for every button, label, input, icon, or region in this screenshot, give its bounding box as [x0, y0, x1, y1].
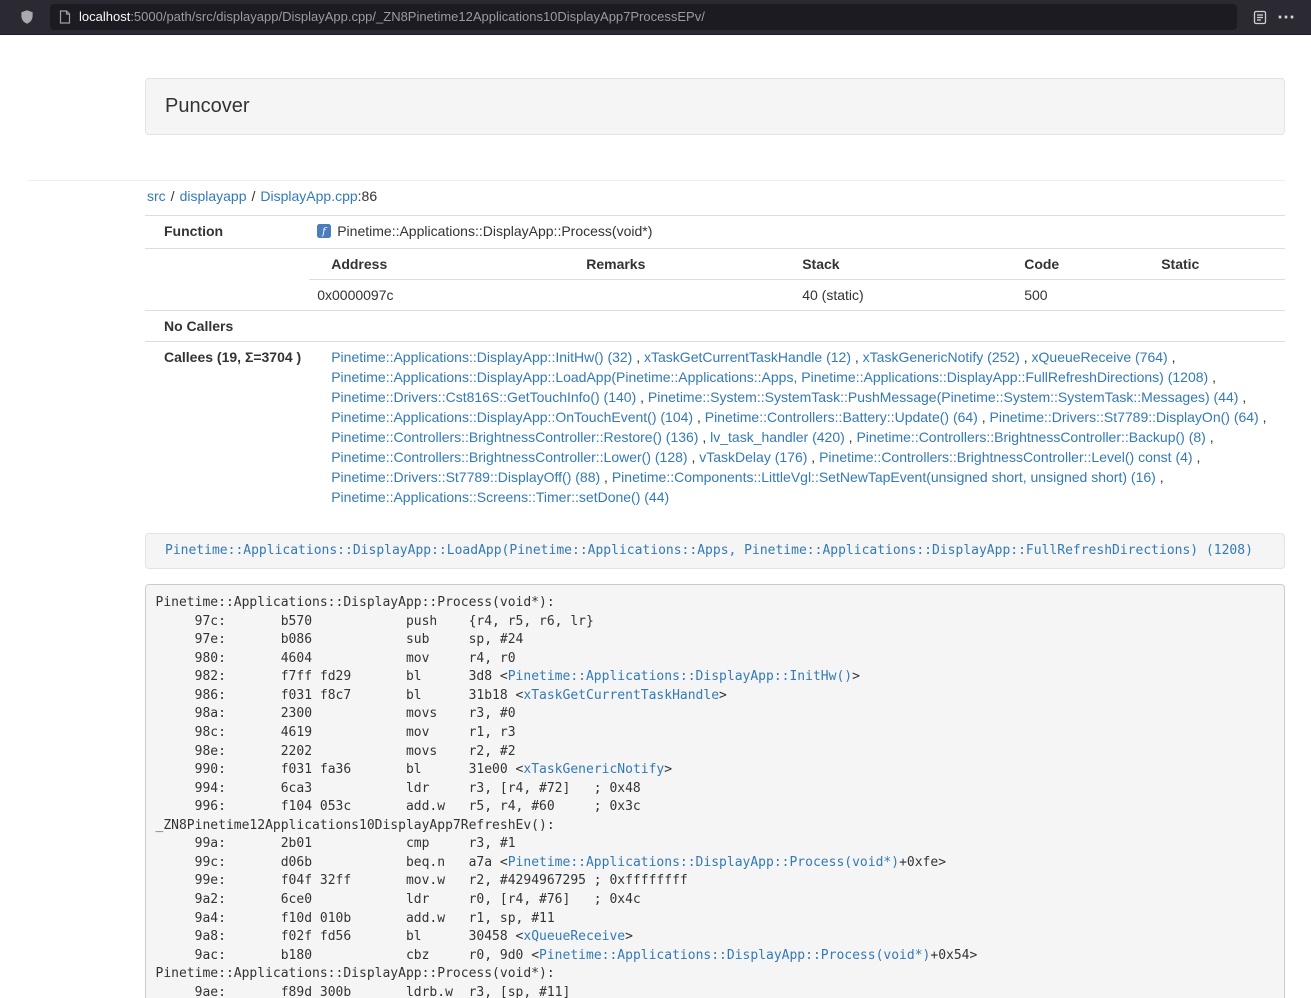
breadcrumb-link-displayapp[interactable]: displayapp — [180, 188, 247, 204]
callee-link[interactable]: xTaskGenericNotify (252) — [863, 349, 1020, 365]
stats-header-row: Address Remarks Stack Code Static — [309, 249, 1285, 280]
stats-cell: Address Remarks Stack Code Static 0x0000… — [309, 248, 1285, 310]
function-icon: f — [317, 223, 331, 243]
function-name-cell: f Pinetime::Applications::DisplayApp::Pr… — [309, 215, 1285, 248]
breadcrumb-link-file[interactable]: DisplayApp.cpp — [260, 188, 357, 204]
disassembly-symbol-link[interactable]: Pinetime::Applications::DisplayApp::Proc… — [508, 855, 899, 870]
no-callers-label: No Callers — [145, 310, 309, 341]
disassembly-symbol-link[interactable]: xTaskGenericNotify — [523, 762, 664, 777]
url-bar[interactable]: localhost:5000/path/src/displayapp/Displ… — [50, 4, 1237, 30]
reader-mode-icon[interactable] — [1247, 4, 1273, 30]
browser-toolbar: localhost:5000/path/src/displayapp/Displ… — [0, 0, 1311, 35]
disassembly-listing: Pinetime::Applications::DisplayApp::Proc… — [145, 584, 1285, 998]
highlighted-callee-link[interactable]: Pinetime::Applications::DisplayApp::Load… — [165, 543, 1253, 558]
callee-link[interactable]: Pinetime::System::SystemTask::PushMessag… — [648, 389, 1239, 405]
callee-link[interactable]: Pinetime::Applications::DisplayApp::Load… — [331, 369, 1208, 385]
col-address: Address — [309, 249, 564, 280]
callee-link[interactable]: Pinetime::Drivers::St7789::DisplayOff() … — [331, 469, 600, 485]
col-static: Static — [1139, 249, 1285, 280]
function-table: Function f Pinetime::Applications::Displ… — [145, 215, 1285, 512]
callee-link[interactable]: Pinetime::Controllers::BrightnessControl… — [331, 429, 698, 445]
stats-table: Address Remarks Stack Code Static 0x0000… — [309, 249, 1285, 310]
callee-link[interactable]: xTaskGetCurrentTaskHandle (12) — [644, 349, 851, 365]
url-text: localhost:5000/path/src/displayapp/Displ… — [79, 8, 705, 27]
breadcrumb-link-src[interactable]: src — [147, 188, 166, 204]
title-panel: Puncover — [145, 78, 1285, 135]
stats-row-label — [145, 248, 309, 310]
callees-label: Callees (19, Σ=3704 ) — [145, 341, 309, 512]
code-value: 500 — [1002, 279, 1139, 310]
breadcrumb-separator: / — [171, 188, 175, 204]
disassembly-symbol-link[interactable]: xQueueReceive — [523, 929, 625, 944]
disassembly-symbol-link[interactable]: Pinetime::Applications::DisplayApp::Proc… — [539, 948, 930, 963]
page-title: Puncover — [165, 92, 1265, 121]
disassembly-symbol-link[interactable]: Pinetime::Applications::DisplayApp::Init… — [508, 669, 852, 684]
breadcrumb-line-number: :86 — [358, 188, 377, 204]
stats-row: Address Remarks Stack Code Static 0x0000… — [145, 248, 1285, 310]
stats-values-row: 0x0000097c 40 (static) 500 — [309, 279, 1285, 310]
page-icon — [59, 10, 71, 24]
callee-link[interactable]: Pinetime::Controllers::Battery::Update()… — [705, 409, 978, 425]
remarks-value — [564, 279, 780, 310]
shield-icon-glyph — [19, 9, 35, 25]
page-body: Puncover src/displayapp/DisplayApp.cpp:8… — [0, 35, 1311, 998]
highlighted-callee-panel: Pinetime::Applications::DisplayApp::Load… — [145, 533, 1285, 569]
callee-link[interactable]: Pinetime::Applications::DisplayApp::Init… — [331, 349, 632, 365]
shield-icon[interactable] — [14, 4, 40, 30]
url-host: localhost — [79, 9, 130, 24]
breadcrumb: src/displayapp/DisplayApp.cpp:86 — [147, 187, 1285, 207]
callees-cell: Pinetime::Applications::DisplayApp::Init… — [309, 341, 1285, 512]
callee-link[interactable]: vTaskDelay (176) — [699, 449, 807, 465]
callee-link[interactable]: Pinetime::Applications::Screens::Timer::… — [331, 489, 669, 505]
function-row: Function f Pinetime::Applications::Displ… — [145, 215, 1285, 248]
address-value: 0x0000097c — [309, 279, 564, 310]
disassembly-symbol-link[interactable]: xTaskGetCurrentTaskHandle — [523, 688, 719, 703]
stack-value: 40 (static) — [780, 279, 1002, 310]
callee-link[interactable]: lv_task_handler (420) — [710, 429, 845, 445]
menu-icon[interactable]: ⋯ — [1273, 4, 1299, 30]
col-code: Code — [1002, 249, 1139, 280]
breadcrumb-separator: / — [252, 188, 256, 204]
callee-link[interactable]: xQueueReceive (764) — [1032, 349, 1168, 365]
col-stack: Stack — [780, 249, 1002, 280]
callee-link[interactable]: Pinetime::Drivers::St7789::DisplayOn() (… — [990, 409, 1259, 425]
callee-link[interactable]: Pinetime::Controllers::BrightnessControl… — [819, 449, 1192, 465]
callee-link[interactable]: Pinetime::Drivers::Cst816S::GetTouchInfo… — [331, 389, 636, 405]
callee-link[interactable]: Pinetime::Controllers::BrightnessControl… — [856, 429, 1205, 445]
static-value — [1139, 279, 1285, 310]
callee-link[interactable]: Pinetime::Controllers::BrightnessControl… — [331, 449, 687, 465]
divider — [28, 180, 1285, 181]
function-row-label: Function — [145, 215, 309, 248]
no-callers-cell — [309, 310, 1285, 341]
url-path: :5000/path/src/displayapp/DisplayApp.cpp… — [130, 9, 705, 24]
callee-link[interactable]: Pinetime::Components::LittleVgl::SetNewT… — [612, 469, 1156, 485]
callees-row: Callees (19, Σ=3704 ) Pinetime::Applicat… — [145, 341, 1285, 512]
function-name: Pinetime::Applications::DisplayApp::Proc… — [337, 223, 652, 239]
no-callers-row: No Callers — [145, 310, 1285, 341]
callee-link[interactable]: Pinetime::Applications::DisplayApp::OnTo… — [331, 409, 693, 425]
col-remarks: Remarks — [564, 249, 780, 280]
